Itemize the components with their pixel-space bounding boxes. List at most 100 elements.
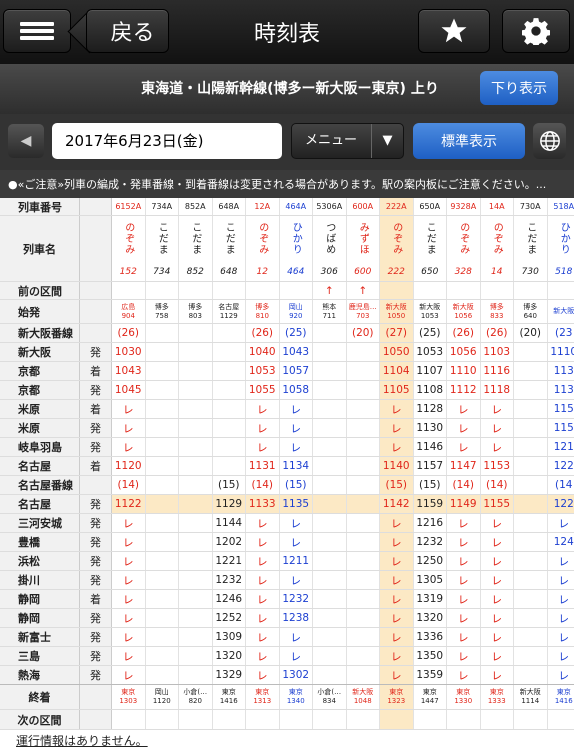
timetable-cell[interactable]: ↑ (347, 282, 380, 299)
timetable-cell[interactable] (146, 571, 179, 589)
timetable-cell[interactable] (179, 457, 213, 475)
timetable-cell[interactable] (146, 362, 179, 380)
timetable-cell[interactable]: 1058 (280, 381, 313, 399)
timetable-cell[interactable]: のぞみ 12 (246, 216, 280, 281)
timetable-cell[interactable] (112, 710, 146, 729)
timetable-cell[interactable]: 東京 1303 (112, 685, 146, 709)
timetable-cell[interactable]: 124 (548, 533, 574, 551)
timetable-cell[interactable]: 1130 (414, 419, 447, 437)
timetable-cell[interactable]: 小倉(… 820 (179, 685, 213, 709)
timetable-cell[interactable]: レ (548, 571, 574, 589)
timetable-cell[interactable] (179, 609, 213, 627)
timetable-cell[interactable]: 222A (380, 198, 414, 215)
timetable-cell[interactable]: こだま 730 (514, 216, 548, 281)
timetable-cell[interactable]: こだま 734 (146, 216, 179, 281)
timetable-cell[interactable]: 600A (347, 198, 380, 215)
timetable-cell[interactable]: 博多 640 (514, 300, 548, 323)
timetable-cell[interactable] (280, 282, 313, 299)
timetable-cell[interactable]: こだま 648 (213, 216, 246, 281)
timetable-cell[interactable]: レ (112, 647, 146, 665)
timetable-cell[interactable]: 122 (548, 457, 574, 475)
timetable-cell[interactable]: 1103 (481, 343, 514, 361)
timetable-cell[interactable] (313, 628, 347, 646)
timetable-cell[interactable] (313, 571, 347, 589)
timetable-cell[interactable]: レ (481, 438, 514, 456)
timetable-cell[interactable]: 1110 (447, 362, 481, 380)
timetable-cell[interactable]: 1135 (279, 495, 313, 513)
timetable-cell[interactable] (179, 647, 213, 665)
timetable-cell[interactable]: 1043 (280, 343, 313, 361)
timetable-cell[interactable]: レ (548, 514, 574, 532)
timetable-cell[interactable] (347, 457, 380, 475)
timetable-cell[interactable] (414, 282, 447, 299)
timetable-cell[interactable]: ひかり 464 (280, 216, 313, 281)
timetable-cell[interactable]: 新大阪 1114 (514, 685, 548, 709)
timetable-cell[interactable]: (14 (548, 476, 574, 494)
timetable-cell[interactable]: 1232 (213, 571, 246, 589)
timetable-cell[interactable] (514, 514, 548, 532)
timetable-cell[interactable] (146, 647, 179, 665)
timetable-cell[interactable] (514, 710, 548, 729)
timetable-cell[interactable] (313, 438, 347, 456)
timetable-cell[interactable] (514, 476, 548, 494)
timetable-cell[interactable]: (14) (447, 476, 481, 494)
timetable-cell[interactable] (146, 324, 179, 342)
timetable-cell[interactable]: レ (380, 571, 414, 589)
timetable-cell[interactable]: 1144 (213, 514, 246, 532)
timetable-cell[interactable] (347, 590, 380, 608)
timetable-cell[interactable]: 1252 (213, 609, 246, 627)
timetable-cell[interactable] (514, 628, 548, 646)
timetable-cell[interactable]: 1153 (481, 457, 514, 475)
timetable-cell[interactable] (313, 533, 347, 551)
timetable-cell[interactable]: レ (481, 552, 514, 570)
timetable-cell[interactable] (346, 495, 380, 513)
down-direction-button[interactable]: 下り表示 (480, 71, 558, 105)
timetable-cell[interactable]: 1108 (414, 381, 447, 399)
timetable-cell[interactable]: 広島 904 (112, 300, 146, 323)
timetable-cell[interactable] (514, 381, 548, 399)
timetable-cell[interactable] (347, 647, 380, 665)
timetable-cell[interactable]: レ (447, 666, 481, 684)
timetable-cell[interactable] (313, 362, 347, 380)
notice-banner[interactable]: ●«ご注意»列車の編成・発車番線・到着番線は変更される場合があります。駅の案内板… (0, 170, 574, 198)
timetable-cell[interactable]: レ (246, 552, 280, 570)
timetable-cell[interactable] (347, 343, 380, 361)
timetable-cell[interactable]: 新大阪 1050 (380, 300, 414, 323)
timetable-cell[interactable] (347, 438, 380, 456)
timetable-cell[interactable]: 1112 (447, 381, 481, 399)
timetable-cell[interactable] (514, 647, 548, 665)
timetable-cell[interactable]: 115 (548, 400, 574, 418)
timetable-cell[interactable] (146, 514, 179, 532)
timetable-cell[interactable]: レ (112, 666, 146, 684)
timetable-cell[interactable] (179, 710, 213, 729)
timetable-cell[interactable] (213, 710, 246, 729)
timetable-cell[interactable]: 518A (548, 198, 574, 215)
timetable-cell[interactable] (313, 647, 347, 665)
timetable-cell[interactable] (213, 324, 246, 342)
timetable-cell[interactable] (514, 457, 548, 475)
timetable-cell[interactable]: レ (380, 400, 414, 418)
timetable-cell[interactable]: レ (112, 419, 146, 437)
timetable-cell[interactable]: 14A (481, 198, 514, 215)
timetable-cell[interactable] (313, 514, 347, 532)
timetable-cell[interactable]: 1232 (280, 590, 313, 608)
timetable-cell[interactable]: 岡山 920 (280, 300, 313, 323)
timetable-cell[interactable]: レ (380, 590, 414, 608)
timetable-cell[interactable] (347, 362, 380, 380)
timetable-cell[interactable]: 121 (548, 438, 574, 456)
timetable-cell[interactable] (146, 476, 179, 494)
timetable-cell[interactable]: レ (481, 628, 514, 646)
timetable-cell[interactable]: (26) (481, 324, 514, 342)
timetable-cell[interactable]: 1157 (414, 457, 447, 475)
timetable-cell[interactable] (313, 666, 347, 684)
timetable-cell[interactable] (347, 666, 380, 684)
timetable-cell[interactable] (313, 457, 347, 475)
timetable-cell[interactable]: 1056 (447, 343, 481, 361)
standard-view-button[interactable]: 標準表示 (413, 123, 525, 159)
timetable-cell[interactable]: レ (481, 647, 514, 665)
timetable-cell[interactable]: 1305 (414, 571, 447, 589)
timetable-cell[interactable] (213, 362, 246, 380)
timetable-cell[interactable]: 1043 (112, 362, 146, 380)
timetable-cell[interactable]: (15) (213, 476, 246, 494)
timetable-cell[interactable]: 12A (246, 198, 280, 215)
